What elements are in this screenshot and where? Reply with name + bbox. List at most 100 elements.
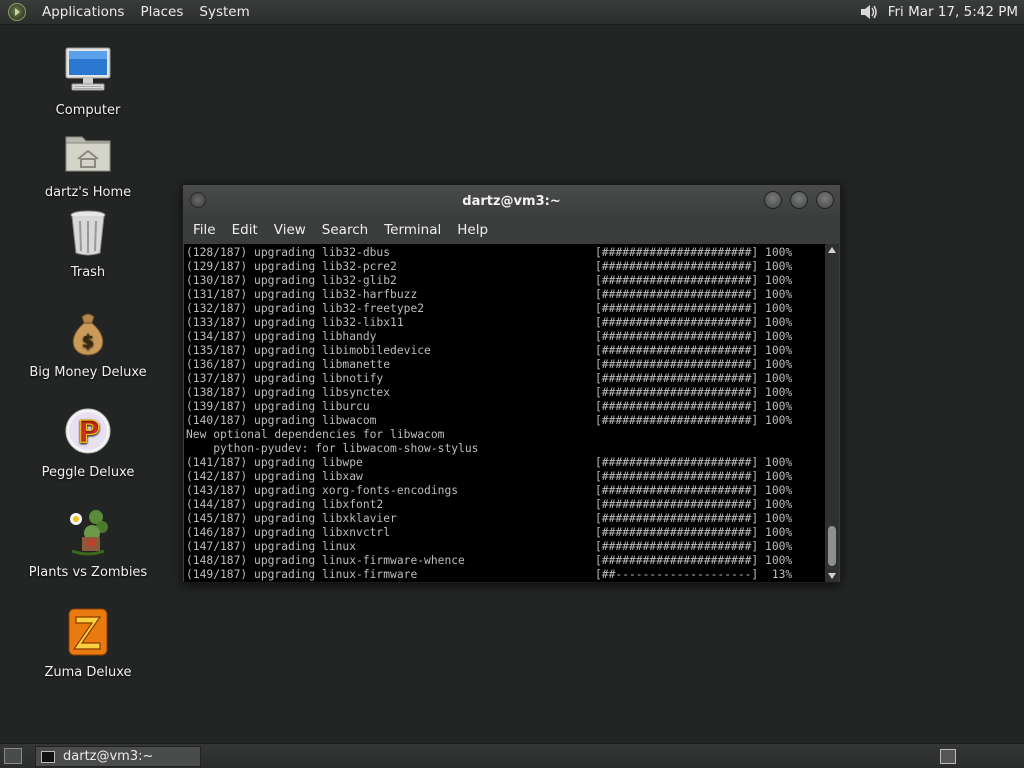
- taskbar-item-terminal[interactable]: dartz@vm3:~: [35, 746, 201, 767]
- terminal-line: (144/187) upgrading libxfont2 [##########…: [186, 498, 826, 512]
- terminal-line-text: (133/187) upgrading lib32-libx11: [186, 316, 404, 329]
- minimize-button[interactable]: [764, 191, 782, 209]
- desktop-icon-big-money[interactable]: $ Big Money Deluxe: [23, 307, 153, 380]
- scroll-up-arrow-icon[interactable]: [828, 247, 836, 253]
- terminal-progress-bar: [######################] 100%: [595, 302, 793, 315]
- desktop-icon-trash[interactable]: Trash: [23, 207, 153, 280]
- volume-icon[interactable]: [858, 2, 880, 22]
- terminal-progress-bar: [######################] 100%: [595, 386, 793, 399]
- desktop-icon-home[interactable]: dartz's Home: [23, 127, 153, 200]
- home-folder-icon: [62, 127, 114, 179]
- terminal-window[interactable]: dartz@vm3:~ File Edit View Search Termin…: [182, 184, 841, 583]
- terminal-scrollbar[interactable]: [825, 244, 839, 582]
- plants-vs-zombies-icon: [62, 507, 114, 559]
- terminal-line: (142/187) upgrading libxaw [#############…: [186, 470, 826, 484]
- terminal-line-text: (136/187) upgrading libmanette: [186, 358, 391, 371]
- terminal-titlebar[interactable]: dartz@vm3:~: [183, 185, 840, 217]
- terminal-progress-bar: [######################] 100%: [595, 260, 793, 273]
- terminal-progress-bar: [######################] 100%: [595, 554, 793, 567]
- terminal-progress-bar: [######################] 100%: [595, 456, 793, 469]
- terminal-line: (137/187) upgrading libnotify [##########…: [186, 372, 826, 386]
- terminal-line: (135/187) upgrading libimobiledevice [###…: [186, 344, 826, 358]
- terminal-line-text: (149/187) upgrading linux-firmware: [186, 568, 418, 581]
- desktop-icon-label: dartz's Home: [44, 185, 132, 200]
- terminal-line-text: (139/187) upgrading liburcu: [186, 400, 370, 413]
- scroll-down-arrow-icon[interactable]: [828, 573, 836, 579]
- taskbar-item-label: dartz@vm3:~: [63, 749, 154, 764]
- terminal-line: (128/187) upgrading lib32-dbus [#########…: [186, 246, 826, 260]
- money-bag-icon: $: [62, 307, 114, 359]
- svg-text:P: P: [78, 415, 100, 450]
- terminal-line: (149/187) upgrading linux-firmware [##---…: [186, 568, 826, 582]
- terminal-line: (147/187) upgrading linux [##############…: [186, 540, 826, 554]
- clock[interactable]: Fri Mar 17, 5:42 PM: [888, 4, 1024, 20]
- terminal-line-text: (145/187) upgrading libxklavier: [186, 512, 397, 525]
- terminal-line: (136/187) upgrading libmanette [#########…: [186, 358, 826, 372]
- terminal-line: (148/187) upgrading linux-firmware-whenc…: [186, 554, 826, 568]
- terminal-line: (130/187) upgrading lib32-glib2 [########…: [186, 274, 826, 288]
- terminal-line-text: (130/187) upgrading lib32-glib2: [186, 274, 397, 287]
- desktop-icon-peggle[interactable]: P Peggle Deluxe: [23, 407, 153, 480]
- svg-text:$: $: [82, 331, 95, 352]
- maximize-button[interactable]: [790, 191, 808, 209]
- terminal-progress-bar: [######################] 100%: [595, 498, 793, 511]
- terminal-menubar: File Edit View Search Terminal Help: [183, 217, 840, 244]
- show-desktop-icon[interactable]: [4, 748, 22, 764]
- terminal-line-text: (144/187) upgrading libxfont2: [186, 498, 384, 511]
- terminal-progress-bar: [######################] 100%: [595, 288, 793, 301]
- terminal-output[interactable]: (128/187) upgrading lib32-dbus [#########…: [184, 244, 826, 582]
- terminal-line-text: (146/187) upgrading libxnvctrl: [186, 526, 391, 539]
- window-controls: [764, 191, 834, 209]
- desktop-icon-label: Zuma Deluxe: [44, 665, 132, 680]
- desktop-icon-zuma[interactable]: Zuma Deluxe: [23, 607, 153, 680]
- terminal-progress-bar: [######################] 100%: [595, 246, 793, 259]
- menu-terminal[interactable]: Terminal: [376, 217, 449, 244]
- terminal-line-text: (132/187) upgrading lib32-freetype2: [186, 302, 425, 315]
- terminal-line: (141/187) upgrading libwpe [#############…: [186, 456, 826, 470]
- terminal-progress-bar: [######################] 100%: [595, 540, 793, 553]
- desktop-icon-plants-vs-zombies[interactable]: Plants vs Zombies: [23, 507, 153, 580]
- terminal-line-text: (135/187) upgrading libimobiledevice: [186, 344, 431, 357]
- menu-help[interactable]: Help: [449, 217, 496, 244]
- menu-view[interactable]: View: [266, 217, 314, 244]
- peggle-icon: P: [62, 407, 114, 459]
- menu-edit[interactable]: Edit: [224, 217, 266, 244]
- close-button[interactable]: [816, 191, 834, 209]
- terminal-line-text: (148/187) upgrading linux-firmware-whenc…: [186, 554, 465, 567]
- terminal-line-text: (143/187) upgrading xorg-fonts-encodings: [186, 484, 459, 497]
- terminal-progress-bar: [##--------------------] 13%: [595, 568, 793, 581]
- desktop-icon-computer[interactable]: Computer: [23, 45, 153, 118]
- places-menu[interactable]: Places: [132, 0, 191, 25]
- window-menu-icon[interactable]: [190, 192, 206, 208]
- workspace-switcher[interactable]: [940, 749, 956, 764]
- terminal-line: (131/187) upgrading lib32-harfbuzz [#####…: [186, 288, 826, 302]
- applications-menu[interactable]: Applications: [34, 0, 132, 25]
- terminal-line-text: (138/187) upgrading libsynctex: [186, 386, 391, 399]
- terminal-progress-bar: [######################] 100%: [595, 470, 793, 483]
- terminal-line-text: (134/187) upgrading libhandy: [186, 330, 377, 343]
- menu-search[interactable]: Search: [314, 217, 376, 244]
- terminal-line-text: python-pyudev: for libwacom-show-stylus: [186, 442, 479, 455]
- terminal-line-text: (128/187) upgrading lib32-dbus: [186, 246, 391, 259]
- desktop-icon-label: Plants vs Zombies: [28, 565, 148, 580]
- desktop-icon-label: Trash: [70, 265, 106, 280]
- terminal-progress-bar: [######################] 100%: [595, 274, 793, 287]
- terminal-line: (134/187) upgrading libhandy [###########…: [186, 330, 826, 344]
- scrollbar-thumb[interactable]: [828, 526, 836, 566]
- terminal-line: New optional dependencies for libwacom: [186, 428, 826, 442]
- system-menu[interactable]: System: [191, 0, 257, 25]
- terminal-line-text: (131/187) upgrading lib32-harfbuzz: [186, 288, 418, 301]
- terminal-line-text: (129/187) upgrading lib32-pcre2: [186, 260, 397, 273]
- menu-file[interactable]: File: [185, 217, 224, 244]
- zuma-icon: [62, 607, 114, 659]
- terminal-line: (138/187) upgrading libsynctex [#########…: [186, 386, 826, 400]
- bottom-panel: dartz@vm3:~: [0, 743, 1024, 768]
- terminal-progress-bar: [######################] 100%: [595, 372, 793, 385]
- computer-icon: [62, 45, 114, 97]
- terminal-progress-bar: [######################] 100%: [595, 512, 793, 525]
- terminal-line: (133/187) upgrading lib32-libx11 [#######…: [186, 316, 826, 330]
- terminal-line: (143/187) upgrading xorg-fonts-encodings…: [186, 484, 826, 498]
- applications-menu-icon[interactable]: [8, 3, 26, 21]
- desktop-icon-label: Peggle Deluxe: [41, 465, 135, 480]
- terminal-title: dartz@vm3:~: [462, 193, 561, 209]
